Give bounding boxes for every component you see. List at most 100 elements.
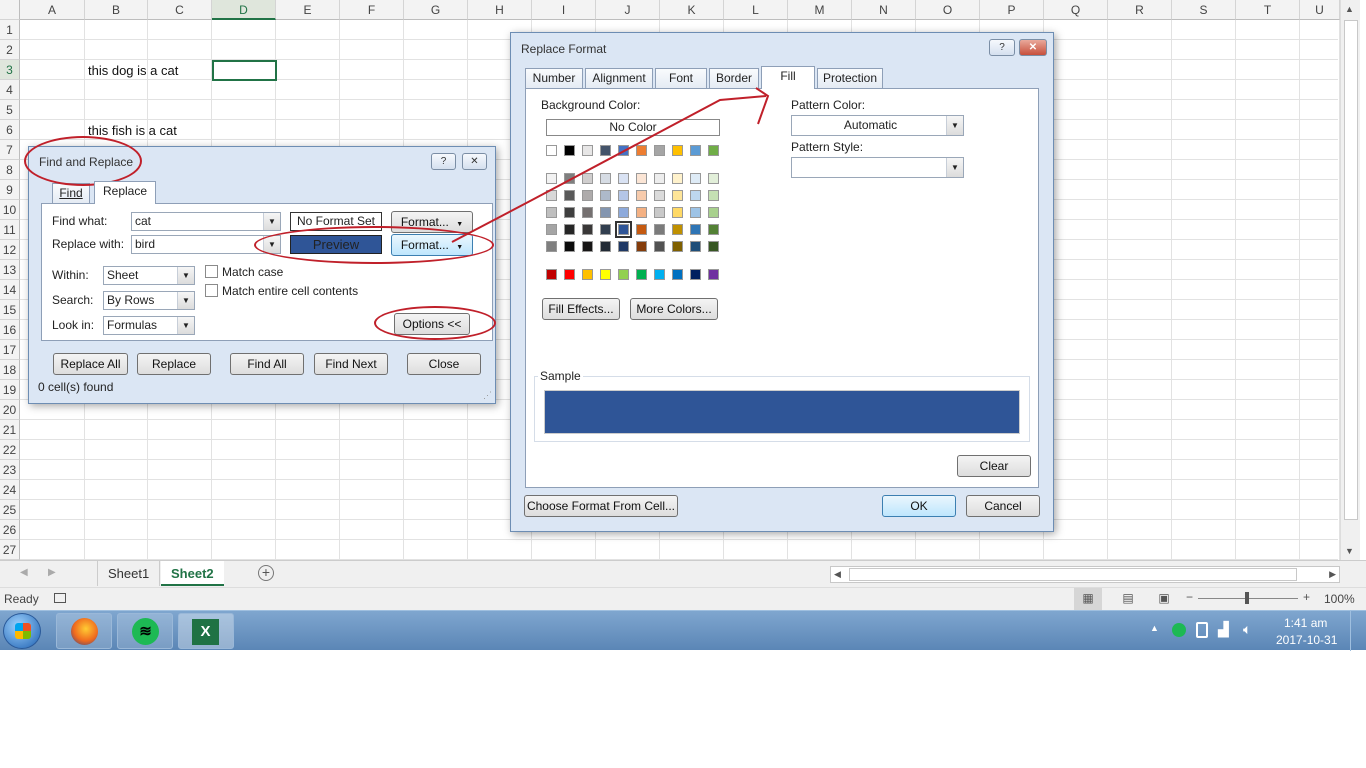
shade-swatch[interactable]: [546, 173, 557, 184]
column-header-g[interactable]: G: [404, 0, 468, 20]
show-desktop-button[interactable]: [1350, 611, 1364, 651]
shade-swatch[interactable]: [654, 224, 665, 235]
row-header-10[interactable]: 10: [0, 200, 20, 220]
network-icon[interactable]: ▟: [1218, 621, 1229, 638]
row-header-5[interactable]: 5: [0, 100, 20, 120]
column-header-b[interactable]: B: [85, 0, 148, 20]
device-tray-icon[interactable]: [1196, 622, 1208, 638]
shade-swatch[interactable]: [636, 207, 647, 218]
no-color-button[interactable]: No Color: [546, 119, 720, 136]
match-entire-label[interactable]: Match entire cell contents: [222, 284, 358, 298]
match-case-checkbox[interactable]: [205, 265, 218, 278]
horizontal-scrollbar[interactable]: ◀ ▶: [830, 566, 1340, 583]
row-header-21[interactable]: 21: [0, 420, 20, 440]
pattern-style-select[interactable]: ▼: [791, 157, 964, 178]
row-header-20[interactable]: 20: [0, 400, 20, 420]
tab-fill[interactable]: Fill: [761, 66, 815, 89]
tab-scroll-left-icon[interactable]: ◀: [20, 567, 28, 578]
lookin-value[interactable]: Formulas: [107, 318, 157, 332]
shade-swatch[interactable]: [636, 173, 647, 184]
standard-swatch[interactable]: [600, 269, 611, 280]
scroll-down-icon[interactable]: ▼: [1345, 546, 1354, 556]
selected-cell-d3[interactable]: [212, 60, 277, 81]
shade-swatch[interactable]: [654, 173, 665, 184]
shade-swatch[interactable]: [564, 241, 575, 252]
zoom-out-icon[interactable]: −: [1186, 590, 1193, 604]
zoom-level[interactable]: 100%: [1324, 592, 1355, 606]
row-header-7[interactable]: 7: [0, 140, 20, 160]
shade-swatch[interactable]: [582, 241, 593, 252]
replace-format-help-button[interactable]: ?: [989, 39, 1015, 56]
shade-swatch[interactable]: [636, 241, 647, 252]
row-header-24[interactable]: 24: [0, 480, 20, 500]
row-header-18[interactable]: 18: [0, 360, 20, 380]
replace-format-close-button[interactable]: ✕: [1019, 39, 1047, 56]
column-header-u[interactable]: U: [1300, 0, 1340, 20]
column-header-o[interactable]: O: [916, 0, 980, 20]
shade-swatch[interactable]: [564, 173, 575, 184]
chevron-down-icon[interactable]: ▼: [177, 317, 194, 334]
choose-format-from-cell-button[interactable]: Choose Format From Cell...: [524, 495, 678, 517]
shade-swatch[interactable]: [672, 224, 683, 235]
sheet-tab-sheet1[interactable]: Sheet1: [97, 561, 161, 586]
row-header-12[interactable]: 12: [0, 240, 20, 260]
clear-button[interactable]: Clear: [957, 455, 1031, 477]
column-header-k[interactable]: K: [660, 0, 724, 20]
standard-swatch[interactable]: [654, 269, 665, 280]
taskbar-excel[interactable]: X: [178, 613, 234, 649]
shade-swatch[interactable]: [600, 190, 611, 201]
column-header-p[interactable]: P: [980, 0, 1044, 20]
page-break-icon[interactable]: ▣: [1152, 588, 1176, 610]
shade-swatch[interactable]: [600, 173, 611, 184]
theme-swatch[interactable]: [654, 145, 665, 156]
zoom-in-icon[interactable]: +: [1303, 590, 1310, 604]
cancel-button[interactable]: Cancel: [966, 495, 1040, 517]
standard-swatch[interactable]: [690, 269, 701, 280]
shade-swatch[interactable]: [582, 190, 593, 201]
shade-swatch[interactable]: [690, 241, 701, 252]
find-replace-help-button[interactable]: ?: [431, 153, 456, 170]
fill-effects-button[interactable]: Fill Effects...: [542, 298, 620, 320]
chevron-down-icon[interactable]: ▼: [177, 292, 194, 309]
shade-swatch[interactable]: [708, 190, 719, 201]
column-header-a[interactable]: A: [20, 0, 85, 20]
start-button[interactable]: [3, 613, 41, 649]
scroll-up-icon[interactable]: ▲: [1345, 4, 1354, 14]
shade-swatch[interactable]: [708, 224, 719, 235]
chevron-down-icon[interactable]: ▼: [946, 158, 963, 177]
cell-b3[interactable]: this dog is a cat: [88, 63, 178, 78]
tab-number[interactable]: Number: [525, 68, 583, 89]
replace-button[interactable]: Replace: [137, 353, 211, 375]
standard-swatch[interactable]: [672, 269, 683, 280]
column-header-h[interactable]: H: [468, 0, 532, 20]
row-header-2[interactable]: 2: [0, 40, 20, 60]
shade-swatch[interactable]: [690, 207, 701, 218]
clock-date[interactable]: 2017-10-31: [1276, 633, 1337, 647]
sheet-tab-sheet2[interactable]: Sheet2: [161, 561, 224, 586]
clock-time[interactable]: 1:41 am: [1284, 616, 1327, 630]
shade-swatch[interactable]: [546, 241, 557, 252]
column-header-e[interactable]: E: [276, 0, 340, 20]
column-header-m[interactable]: M: [788, 0, 852, 20]
pattern-color-select[interactable]: Automatic ▼: [791, 115, 964, 136]
hscroll-thumb[interactable]: [849, 568, 1297, 581]
chevron-down-icon[interactable]: ▼: [263, 213, 280, 230]
tab-protection[interactable]: Protection: [817, 68, 883, 89]
find-what-input[interactable]: cat ▼: [131, 212, 281, 231]
shade-swatch[interactable]: [618, 190, 629, 201]
show-hidden-icons[interactable]: ▲: [1150, 623, 1159, 633]
find-next-button[interactable]: Find Next: [314, 353, 388, 375]
shade-swatch[interactable]: [618, 173, 629, 184]
shade-swatch[interactable]: [564, 207, 575, 218]
shade-swatch[interactable]: [690, 173, 701, 184]
shade-swatch[interactable]: [618, 207, 629, 218]
pattern-color-value[interactable]: Automatic: [844, 118, 897, 132]
shade-swatch[interactable]: [672, 207, 683, 218]
column-header-i[interactable]: I: [532, 0, 596, 20]
column-header-d[interactable]: D: [212, 0, 276, 20]
standard-swatch[interactable]: [636, 269, 647, 280]
volume-icon[interactable]: 🔈︎: [1243, 621, 1251, 638]
column-header-q[interactable]: Q: [1044, 0, 1108, 20]
column-header-s[interactable]: S: [1172, 0, 1236, 20]
theme-swatch[interactable]: [546, 145, 557, 156]
